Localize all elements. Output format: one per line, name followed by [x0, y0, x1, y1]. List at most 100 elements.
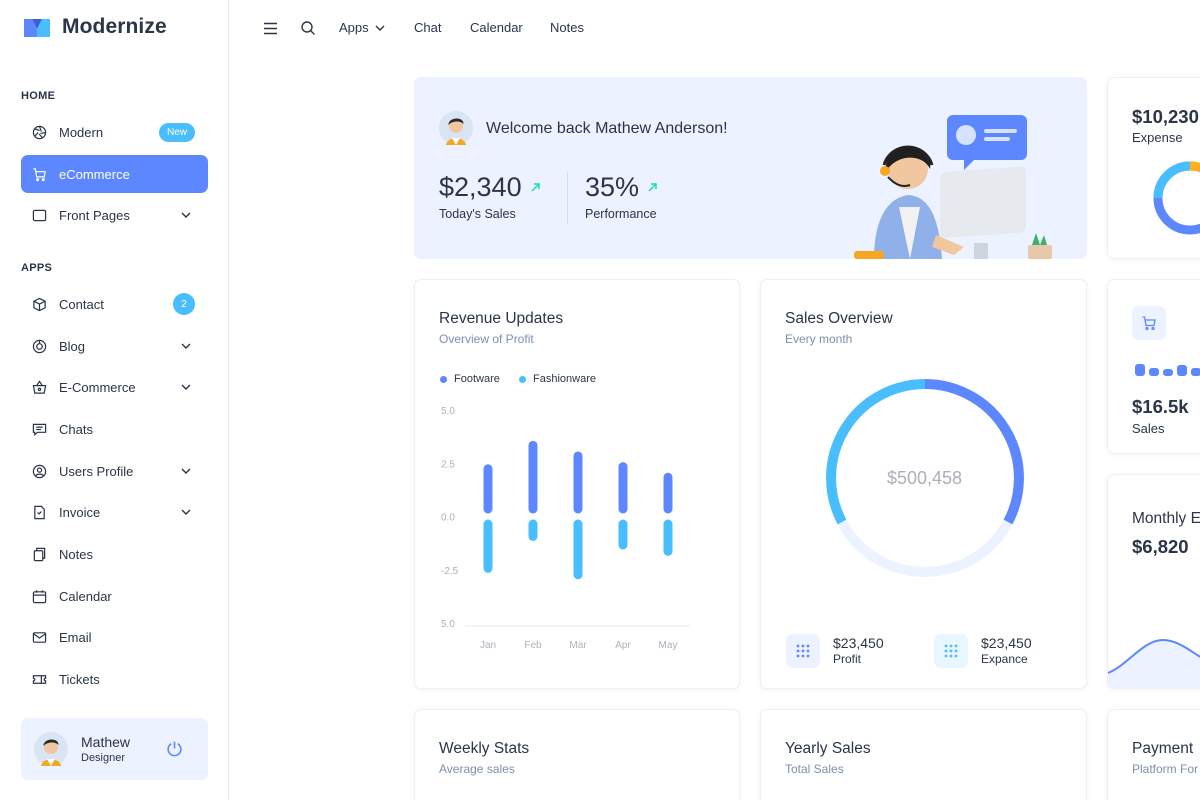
sidebar-item-front-pages[interactable]: Front Pages	[21, 196, 208, 234]
monthly-earnings-card: Monthly E $6,820	[1107, 474, 1200, 689]
sales-value: $16.5k	[1132, 396, 1189, 417]
arrow-up-right-icon	[531, 183, 540, 192]
expance-value: $23,450	[981, 635, 1032, 651]
sidebar-item-modern[interactable]: Modern New	[21, 113, 208, 151]
sidebar-item-label: Notes	[59, 546, 93, 562]
sales-overview-card: Sales Overview Every month $500,458 $23,…	[760, 279, 1087, 689]
performance-value: 35%	[585, 172, 640, 202]
divider	[567, 172, 568, 224]
payment-title: Payment	[1132, 740, 1194, 757]
bar-footware[interactable]	[528, 440, 538, 514]
avatar[interactable]	[34, 732, 68, 766]
sidebar-item-blog[interactable]: Blog	[21, 327, 208, 365]
sales-overview-total: $500,458	[886, 468, 963, 488]
brand-logo[interactable]: Modernize	[22, 14, 167, 40]
nav-caption-apps: APPS	[21, 262, 53, 274]
search-icon[interactable]	[299, 19, 317, 37]
top-header: Apps Chat Calendar Notes	[230, 0, 1200, 56]
payment-subtitle: Platform For	[1132, 762, 1199, 776]
shopping-cart-icon	[1132, 306, 1166, 340]
bar-fashionware[interactable]	[483, 519, 493, 573]
sidebar-item-invoice[interactable]: Invoice	[21, 493, 208, 531]
expense-value: $10,230	[1132, 106, 1199, 127]
apps-label: Apps	[339, 20, 369, 35]
new-badge: New	[158, 122, 195, 142]
nav-calendar-link[interactable]: Calendar	[470, 20, 523, 35]
sidebar-item-notes[interactable]: Notes	[21, 535, 208, 573]
yearly-title: Yearly Sales	[785, 740, 871, 757]
layout-icon	[32, 208, 47, 223]
sidebar-item-label: E-Commerce	[59, 379, 136, 395]
sidebar-item-label: Chats	[59, 421, 93, 437]
bar-footware[interactable]	[618, 462, 628, 514]
sales-overview-title: Sales Overview	[785, 310, 893, 327]
bar-fashionware[interactable]	[663, 519, 673, 556]
expense-label: Expense	[1132, 130, 1183, 145]
y-tick-label: -2.5	[441, 566, 459, 577]
user-circle-icon	[32, 464, 47, 479]
sidebar-item-ecommerce[interactable]: eCommerce	[21, 155, 208, 193]
nav-chat-link[interactable]: Chat	[414, 20, 441, 35]
brand-name: Modernize	[62, 15, 167, 38]
grid-dots-icon	[786, 634, 820, 668]
revenue-updates-card: Revenue Updates Overview of Profit Footw…	[414, 279, 740, 689]
nav-notes-link[interactable]: Notes	[550, 20, 584, 35]
sidebar-item-tickets[interactable]: Tickets	[21, 660, 208, 698]
chart-donut-icon	[32, 339, 47, 354]
y-tick-label: 5.0	[441, 619, 455, 630]
x-tick-label: Jan	[480, 640, 496, 651]
sidebar-item-calendar[interactable]: Calendar	[21, 577, 208, 615]
chevron-down-icon	[179, 208, 193, 222]
sidebar-item-label: Contact	[59, 296, 104, 312]
bar-footware[interactable]	[573, 451, 583, 514]
sidebar-item-label: Modern	[59, 124, 104, 140]
mail-icon	[32, 630, 47, 645]
menu-icon[interactable]	[261, 19, 279, 37]
chevron-down-icon	[375, 25, 385, 31]
power-icon[interactable]	[166, 740, 183, 762]
ticket-icon	[32, 672, 47, 687]
sidebar-item-email[interactable]: Email	[21, 618, 208, 656]
sidebar-item-users-profile[interactable]: Users Profile	[21, 452, 208, 490]
monthly-title: Monthly E	[1132, 510, 1200, 527]
expance-label: Expance	[981, 652, 1028, 666]
profit-label: Profit	[833, 652, 862, 666]
bar-fashionware[interactable]	[618, 519, 628, 550]
bar-fashionware[interactable]	[573, 519, 583, 580]
sidebar-item-chats[interactable]: Chats	[21, 410, 208, 448]
sidebar-item-contact[interactable]: Contact 2	[21, 285, 208, 323]
chevron-down-icon	[179, 505, 193, 519]
aperture-icon	[32, 125, 47, 140]
chevron-down-icon	[179, 380, 193, 394]
sidebar-item-label: Front Pages	[59, 207, 130, 223]
x-tick-label: Apr	[615, 640, 631, 651]
weekly-stats-card: Weekly Stats Average sales	[414, 709, 740, 800]
yearly-subtitle: Total Sales	[785, 762, 844, 776]
nav-caption-home: HOME	[21, 90, 56, 102]
sidebar-item-label: Tickets	[59, 671, 100, 687]
bar-fashionware[interactable]	[528, 519, 538, 541]
bar-footware[interactable]	[483, 464, 493, 514]
todays-sales-value-row: $2,340	[439, 172, 541, 203]
welcome-illustration	[854, 115, 1052, 259]
profile-name: Mathew	[81, 734, 131, 750]
file-text-icon	[32, 505, 47, 520]
expense-card: $10,230 Expense	[1107, 77, 1200, 259]
bar-footware[interactable]	[663, 472, 673, 514]
package-icon	[32, 297, 47, 312]
calendar-icon	[32, 589, 47, 604]
yearly-sales-card: Yearly Sales Total Sales	[760, 709, 1087, 800]
todays-sales-label: Today's Sales	[439, 207, 516, 221]
y-tick-label: 2.5	[441, 459, 455, 470]
avatar	[439, 111, 473, 145]
nav-apps-dropdown[interactable]: Apps	[339, 20, 385, 35]
sidebar-profile-card: Mathew Designer	[21, 718, 208, 780]
performance-label: Performance	[585, 207, 657, 221]
welcome-title: Welcome back Mathew Anderson!	[486, 120, 728, 137]
shopping-cart-icon	[32, 167, 47, 182]
monthly-value: $6,820	[1132, 536, 1189, 557]
sales-card: $16.5k Sales	[1107, 279, 1200, 454]
sidebar-item-e-commerce[interactable]: E-Commerce	[21, 368, 208, 406]
y-tick-label: 5.0	[441, 406, 455, 417]
sidebar-item-label: Email	[59, 629, 92, 645]
